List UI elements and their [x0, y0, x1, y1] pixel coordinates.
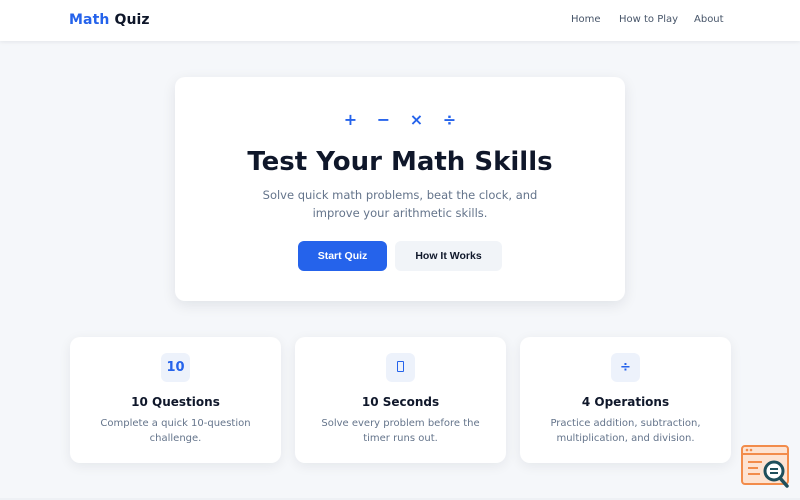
number-icon: 10 [161, 353, 190, 382]
feature-card-seconds: 10 Seconds Solve every problem before th… [295, 337, 506, 463]
how-it-works-button[interactable]: How It Works [395, 241, 502, 271]
brand-logo[interactable]: Math Quiz [69, 12, 150, 28]
brand-rest-text: Quiz [114, 12, 150, 28]
nav-link-how-to-play[interactable]: How to Play [619, 14, 678, 25]
feature-title: 4 Operations [581, 395, 670, 409]
divide-icon: ÷ [442, 110, 457, 129]
plus-icon: + [343, 110, 358, 129]
nav-link-home[interactable]: Home [571, 14, 601, 25]
help-widget-icon[interactable] [740, 444, 792, 490]
hero-subtitle: Solve quick math problems, beat the cloc… [262, 188, 538, 220]
feature-description: Complete a quick 10-question challenge. [100, 418, 251, 444]
multiply-icon: × [409, 110, 424, 129]
timer-icon [386, 353, 415, 382]
feature-card-questions: 10 10 Questions Complete a quick 10-ques… [70, 337, 281, 463]
brand-accent-text: Math [69, 12, 110, 28]
minus-icon: − [376, 110, 391, 129]
divide-icon: ÷ [611, 353, 640, 382]
operator-icons: + − × ÷ [175, 109, 625, 131]
page-title: Test Your Math Skills [247, 147, 553, 177]
feature-card-operations: ÷ 4 Operations Practice addition, subtra… [520, 337, 731, 463]
feature-description: Solve every problem before the timer run… [321, 418, 480, 444]
nav-link-about[interactable]: About [694, 14, 724, 25]
feature-description: Practice addition, subtraction, multipli… [550, 418, 701, 444]
feature-title: 10 Questions [131, 395, 220, 409]
feature-title: 10 Seconds [361, 395, 440, 409]
top-navbar: Math Quiz Home How to Play About [0, 0, 800, 41]
start-quiz-button[interactable]: Start Quiz [298, 241, 387, 271]
